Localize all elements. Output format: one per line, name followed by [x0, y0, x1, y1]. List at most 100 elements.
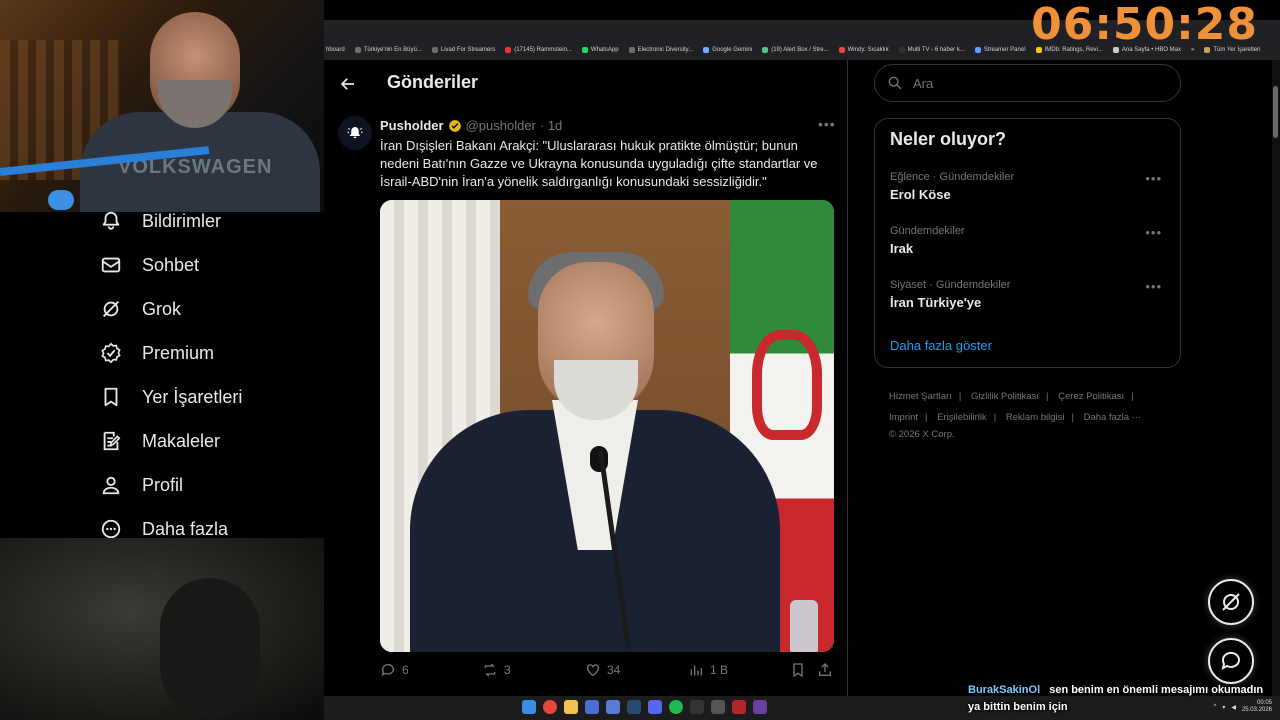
- trend-name: İran Türkiye'ye: [890, 295, 982, 310]
- bookmark-item[interactable]: Türkiye'nin En Büyü...: [354, 47, 422, 53]
- scrollbar[interactable]: [1272, 60, 1280, 696]
- footer-link[interactable]: Hizmet Şartları: [889, 391, 952, 402]
- favicon-icon: [581, 47, 588, 53]
- more-options-icon[interactable]: •••: [1145, 171, 1162, 186]
- more-options-icon[interactable]: •••: [1145, 279, 1162, 294]
- share-icon: [819, 663, 831, 676]
- trend-item[interactable]: Eğlence · Gündemdekiler Erol Köse •••: [890, 171, 1170, 202]
- verified-badge-icon: [448, 119, 461, 132]
- repost-button[interactable]: 3: [482, 662, 511, 678]
- sidebar-item-profile[interactable]: Profil: [100, 467, 183, 503]
- chat-username: BurakSakinOl: [968, 684, 1041, 696]
- footer-link[interactable]: Çerez Politikası: [1058, 391, 1124, 402]
- mail-icon: [101, 257, 121, 273]
- bookmark-post-button[interactable]: [790, 662, 806, 678]
- sidebar-item-premium[interactable]: Premium: [100, 335, 214, 371]
- bookmark-icon: [793, 663, 803, 678]
- views-icon: [690, 665, 702, 676]
- footer-link[interactable]: Reklam bilgisi: [1006, 412, 1065, 423]
- sidebar-item-label: Bildirimler: [142, 210, 222, 231]
- bookmark-item[interactable]: Livad For Streamers: [431, 47, 496, 53]
- sidebar-item-label: Yer İşaretleri: [142, 386, 243, 407]
- chat-bubble-icon: [1221, 651, 1240, 670]
- spotify-icon[interactable]: [669, 700, 683, 714]
- trend-name: Erol Köse: [890, 187, 951, 202]
- sidebar-item-chat[interactable]: Sohbet: [100, 247, 199, 283]
- app-icon[interactable]: [732, 700, 746, 714]
- sidebar-item-bookmarks[interactable]: Yer İşaretleri: [100, 379, 242, 415]
- author-name[interactable]: Pusholder: [380, 118, 444, 133]
- post-text: İran Dışişleri Bakanı Arakçi: "Uluslarar…: [380, 138, 818, 189]
- like-button[interactable]: 34: [585, 662, 620, 678]
- article-icon: [103, 431, 121, 451]
- app-icon[interactable]: [711, 700, 725, 714]
- person-icon: [102, 476, 120, 495]
- favicon-icon: [898, 47, 905, 53]
- discord-icon[interactable]: [648, 700, 662, 714]
- scrollbar-thumb[interactable]: [1273, 86, 1278, 138]
- file-explorer-icon[interactable]: [564, 700, 578, 714]
- search-icon: [888, 76, 902, 90]
- sidebar-item-notifications[interactable]: Bildirimler: [100, 203, 221, 239]
- footer-link[interactable]: Daha fazla ···: [1084, 412, 1142, 423]
- reply-button[interactable]: 6: [380, 662, 409, 678]
- stream-clock: 06:50:28: [1031, 0, 1258, 50]
- footer-link[interactable]: Erişilebilirlik: [937, 412, 987, 423]
- bookmark-item[interactable]: (19) Alert Box / Stre...: [762, 47, 829, 53]
- post-image[interactable]: [380, 200, 834, 652]
- bookmark-label: Türkiye'nin En Büyü...: [363, 47, 422, 53]
- bookmark-label: (19) Alert Box / Stre...: [771, 47, 829, 53]
- app-icon[interactable]: [753, 700, 767, 714]
- post-time[interactable]: · 1d: [540, 118, 562, 133]
- trend-item[interactable]: Siyaset · Gündemdekiler İran Türkiye'ye …: [890, 279, 1170, 310]
- windows-start-icon[interactable]: [522, 700, 536, 714]
- bookmark-item[interactable]: Streamer Panel: [974, 47, 1026, 53]
- avatar[interactable]: [338, 116, 372, 150]
- trend-item[interactable]: Gündemdekiler Irak •••: [890, 225, 1170, 256]
- sidebar-item-articles[interactable]: Makaleler: [100, 423, 220, 459]
- more-options-icon[interactable]: •••: [818, 116, 836, 132]
- second-camera-feed: [0, 538, 324, 720]
- bell-icon: [102, 211, 120, 230]
- premium-icon: [101, 342, 121, 364]
- grok-icon: [103, 301, 119, 317]
- back-button[interactable]: [336, 72, 360, 96]
- bookmark-label: Multi TV - 6 haber k...: [907, 47, 965, 53]
- search-input[interactable]: [913, 75, 1153, 91]
- app-icon[interactable]: [606, 700, 620, 714]
- app-icon[interactable]: [585, 700, 599, 714]
- bookmark-item[interactable]: hboard: [326, 47, 345, 53]
- show-more-link[interactable]: Daha fazla göster: [890, 338, 992, 353]
- repost-count: 3: [504, 663, 511, 677]
- bookmark-item[interactable]: Multi TV - 6 haber k...: [898, 47, 965, 53]
- search-box[interactable]: [874, 64, 1181, 102]
- grok-fab-button[interactable]: [1208, 579, 1254, 625]
- sidebar-nav: Bildirimler Sohbet Grok Premium Yer İşar…: [0, 211, 324, 539]
- bookmark-item[interactable]: Google Gemini: [703, 47, 752, 53]
- bookmark-item[interactable]: Windy: Sıcaklık: [838, 47, 889, 53]
- bookmark-label: Livad For Streamers: [440, 47, 496, 53]
- post-header: Pusholder @pusholder · 1d: [380, 118, 562, 133]
- taskbar-apps: [522, 700, 767, 714]
- footer-link[interactable]: Gizlilik Politikası: [971, 391, 1039, 402]
- more-options-icon[interactable]: •••: [1145, 225, 1162, 240]
- footer-link[interactable]: Imprint: [889, 412, 918, 423]
- bookmark-item[interactable]: (17145) Rammstein...: [505, 47, 572, 53]
- bookmark-item[interactable]: Electronic Diversity...: [628, 47, 693, 53]
- bookmark-item[interactable]: WhatsApp: [581, 47, 619, 53]
- trend-category: Siyaset · Gündemdekiler: [890, 279, 1011, 291]
- views-button[interactable]: 1 B: [688, 662, 728, 678]
- sidebar-item-label: Grok: [142, 298, 182, 319]
- messages-fab-button[interactable]: [1208, 638, 1254, 684]
- bookmark-label: Google Gemini: [712, 47, 753, 53]
- sidebar-item-grok[interactable]: Grok: [100, 291, 181, 327]
- epic-games-icon[interactable]: [690, 700, 704, 714]
- author-handle[interactable]: @pusholder: [466, 118, 536, 133]
- favicon-icon: [505, 47, 512, 53]
- camera-subject: [160, 578, 260, 718]
- arrow-left-icon: [340, 78, 354, 90]
- reply-icon: [381, 664, 394, 676]
- share-button[interactable]: [817, 662, 833, 678]
- steam-icon[interactable]: [627, 700, 641, 714]
- chrome-icon[interactable]: [543, 700, 557, 714]
